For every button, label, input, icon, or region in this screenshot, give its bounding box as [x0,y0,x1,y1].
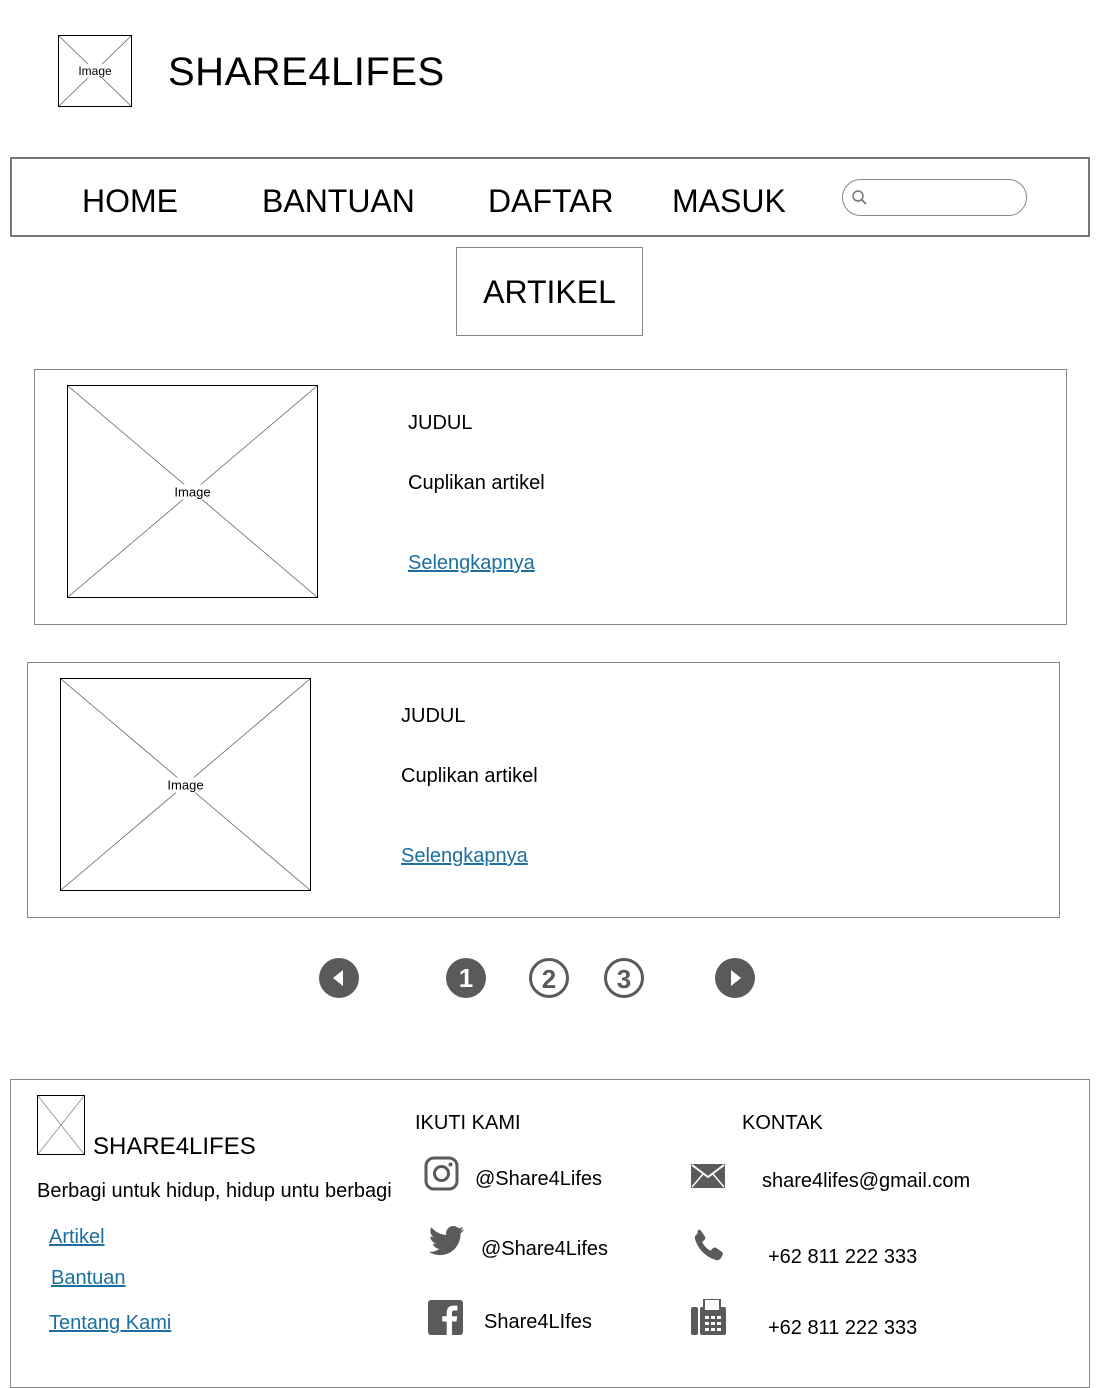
article-card: Image JUDUL Cuplikan artikel Selengkapny… [34,369,1067,625]
mail-icon [691,1164,725,1188]
footer-follow-title: IKUTI KAMI [415,1112,521,1134]
logo-image: Image [58,35,132,107]
pagination-page-1[interactable]: 1 [446,958,486,998]
search-input[interactable] [873,183,1022,213]
nav-masuk[interactable]: MASUK [672,183,786,220]
caret-left-icon [333,970,343,986]
pagination-page-number: 1 [458,963,474,993]
fax-icon [691,1299,726,1335]
article-excerpt: Cuplikan artikel [408,472,545,494]
article-title: JUDUL [408,412,473,434]
caret-right-icon [731,970,741,986]
nav-home[interactable]: HOME [82,183,178,220]
footer-contact-title: KONTAK [742,1112,823,1134]
section-title: ARTIKEL [483,274,616,310]
instagram-icon[interactable] [424,1156,459,1191]
article-card: Image JUDUL Cuplikan artikel Selengkapny… [27,662,1060,918]
footer-logo-image [37,1095,85,1155]
instagram-handle[interactable]: @Share4Lifes [475,1168,602,1191]
section-title-box: ARTIKEL [456,247,643,336]
main-navbar: HOME BANTUAN DAFTAR MASUK [10,157,1090,237]
article-image-label: Image [171,484,214,499]
contact-phone[interactable]: +62 811 222 333 [768,1246,917,1269]
contact-email[interactable]: share4lifes@gmail.com [762,1170,970,1193]
pagination-page-2[interactable]: 2 [529,958,569,998]
search-icon [852,190,867,205]
twitter-icon[interactable] [429,1226,465,1256]
footer-brand: SHARE4LIFES [93,1133,256,1160]
contact-fax[interactable]: +62 811 222 333 [768,1317,917,1340]
pagination-page-number: 3 [616,964,632,994]
pagination-page-number: 2 [541,964,557,994]
article-title: JUDUL [401,705,466,727]
footer-link-artikel[interactable]: Artikel [49,1226,105,1249]
pagination-page-3[interactable]: 3 [604,958,644,998]
footer: SHARE4LIFES Berbagi untuk hidup, hidup u… [10,1079,1090,1388]
footer-link-tentang-kami[interactable]: Tentang Kami [49,1312,171,1335]
facebook-icon[interactable] [428,1300,463,1335]
nav-bantuan[interactable]: BANTUAN [262,183,415,220]
facebook-handle[interactable]: Share4LIfes [484,1311,592,1334]
search-box[interactable] [842,179,1027,216]
article-read-more-link[interactable]: Selengkapnya [408,552,535,575]
footer-link-bantuan[interactable]: Bantuan [51,1267,126,1290]
twitter-handle[interactable]: @Share4Lifes [481,1238,608,1261]
site-brand[interactable]: SHARE4LIFES [168,50,445,95]
nav-daftar[interactable]: DAFTAR [488,183,614,220]
article-image: Image [67,385,318,598]
phone-icon [694,1229,723,1261]
article-image-label: Image [164,777,207,792]
article-read-more-link[interactable]: Selengkapnya [401,845,528,868]
article-image: Image [60,678,311,891]
pagination-next-button[interactable] [715,958,755,998]
pagination-prev-button[interactable] [319,958,359,998]
footer-tagline: Berbagi untuk hidup, hidup untu berbagi [37,1180,392,1202]
article-excerpt: Cuplikan artikel [401,765,538,787]
logo-image-label: Image [75,64,115,78]
